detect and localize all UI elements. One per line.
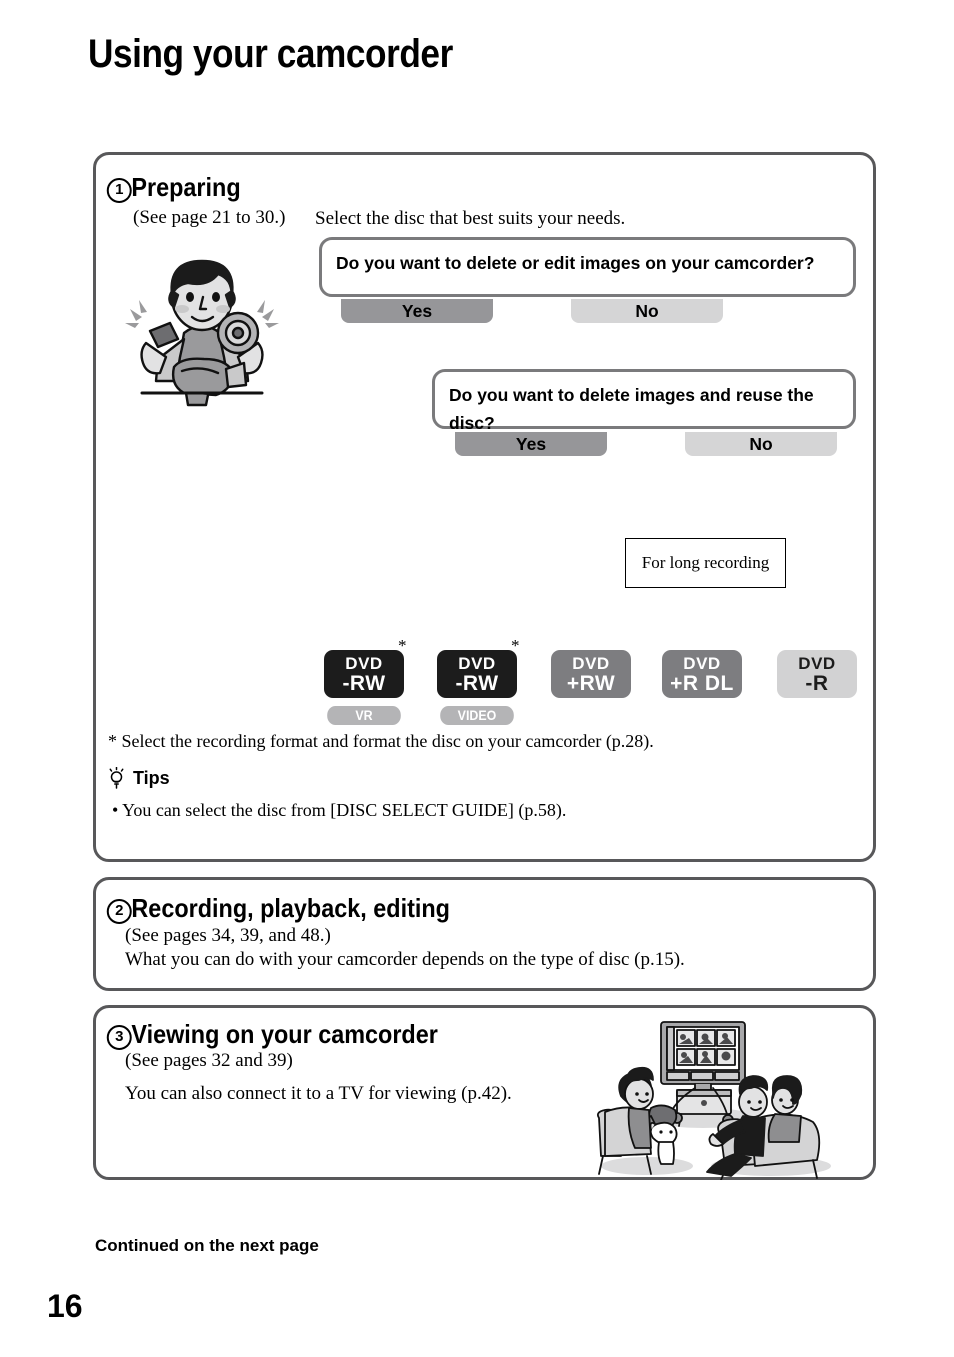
section-heading-recording: 2 Recording, playback, editing: [106, 893, 450, 924]
section-heading-text: Preparing: [131, 172, 241, 202]
flow-question-1: Do you want to delete or edit images on …: [319, 237, 856, 297]
section-heading-preparing: 1 Preparing: [106, 172, 241, 203]
flow-q2-yes-bar[interactable]: Yes: [455, 432, 607, 456]
disc-logo-dvd-rw-vr: DVD -RW: [324, 650, 404, 698]
disc-logo-dvd-rw-video: DVD -RW: [437, 650, 517, 698]
disc-label-line1: DVD: [572, 653, 610, 673]
flow-q1-yes-bar[interactable]: Yes: [341, 299, 493, 323]
flow-intro-text: Select the disc that best suits your nee…: [315, 208, 626, 229]
disc-logo-dvd-plus-rw: DVD +RW: [551, 650, 631, 698]
disc-label-line1: DVD: [683, 653, 721, 673]
tips-bullet-text: • You can select the disc from [DISC SEL…: [112, 800, 567, 820]
section-body-viewing: You can also connect it to a TV for view…: [125, 1083, 512, 1104]
tips-heading: Tips: [108, 767, 170, 789]
continued-label: Continued on the next page: [95, 1236, 319, 1255]
page-number: 16: [47, 1288, 83, 1324]
disc-label-line1: DVD: [798, 653, 836, 673]
section-subtitle-recording: (See pages 34, 39, and 48.): [125, 925, 331, 946]
section-number-badge: 1: [106, 178, 132, 203]
section-subtitle-preparing: (See page 21 to 30.): [133, 207, 286, 228]
flow-question-2: Do you want to delete images and reuse t…: [432, 369, 856, 433]
flow-q2-no-bar[interactable]: No: [685, 432, 837, 456]
section-subtitle-viewing: (See pages 32 and 39): [125, 1050, 293, 1071]
document-page: Using your camcorder 1 Preparing (See pag…: [0, 0, 954, 1357]
disc-label-line1: DVD: [345, 653, 383, 673]
family-watching-tv-illustration: [596, 1021, 831, 1180]
disc-label-line1: DVD: [458, 653, 496, 673]
footnote-text: * Select the recording format and format…: [108, 731, 654, 751]
lightbulb-icon: [109, 767, 124, 789]
section-body-recording: What you can do with your camcorder depe…: [125, 949, 685, 970]
disc-logo-dvd-r: DVD -R: [777, 650, 857, 698]
disc-label-line2: -R: [805, 671, 829, 695]
person-holding-disc-and-camcorder-illustration: [125, 259, 279, 407]
section-number-badge: 2: [106, 899, 132, 924]
page-title: Using your camcorder: [88, 32, 453, 76]
disc-label-line2: -RW: [342, 671, 386, 695]
section-number-badge: 3: [106, 1025, 132, 1050]
note-for-long-recording: For long recording: [625, 538, 786, 588]
disc-label-line2: +RW: [566, 671, 616, 695]
section-heading-text: Recording, playback, editing: [131, 893, 450, 923]
disc-logo-dvd-plus-r-dl: DVD +R DL: [662, 650, 742, 698]
flow-q1-no-bar[interactable]: No: [571, 299, 723, 323]
tips-label: Tips: [133, 767, 170, 788]
disc-format-pill-video: VIDEO: [440, 706, 514, 725]
section-heading-text: Viewing on your camcorder: [131, 1019, 438, 1049]
disc-label-line2: +R DL: [670, 671, 734, 695]
section-heading-viewing: 3 Viewing on your camcorder: [106, 1019, 438, 1050]
disc-format-pill-vr: VR: [327, 706, 401, 725]
disc-label-line2: -RW: [455, 671, 499, 695]
